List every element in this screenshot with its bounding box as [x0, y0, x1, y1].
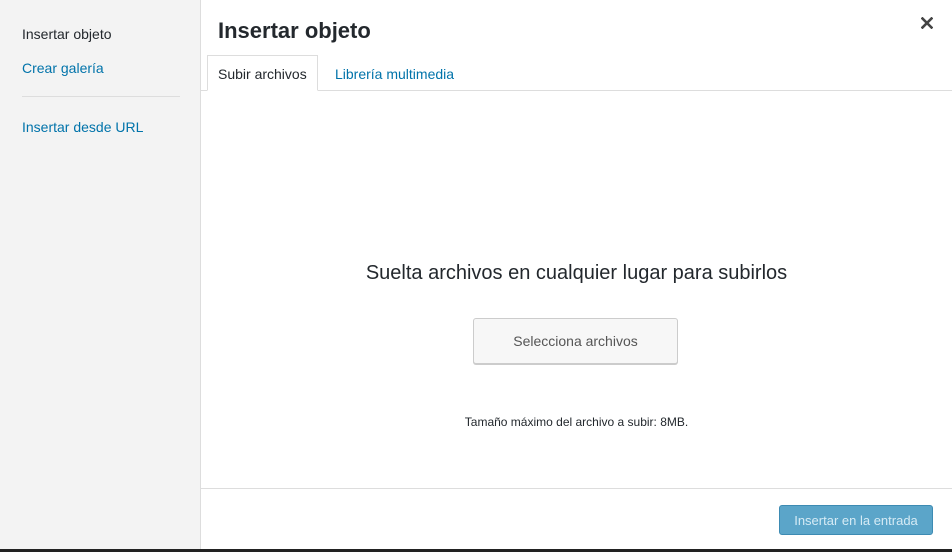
media-menu: Insertar objeto Crear galería Insertar d… [0, 0, 201, 552]
insert-into-post-button[interactable]: Insertar en la entrada [779, 505, 933, 535]
max-upload-size: Tamaño máximo del archivo a subir: 8MB. [464, 415, 689, 429]
select-files-button[interactable]: Selecciona archivos [473, 318, 678, 364]
upload-drop-instructions: Suelta archivos en cualquier lugar para … [365, 262, 788, 284]
close-icon [920, 16, 934, 34]
menu-item-insert-media[interactable]: Insertar objeto [22, 24, 112, 44]
menu-item-insert-from-url[interactable]: Insertar desde URL [22, 117, 143, 137]
media-modal: Insertar objeto Crear galería Insertar d… [0, 0, 952, 552]
menu-item-create-gallery[interactable]: Crear galería [22, 58, 104, 78]
tab-upload-files[interactable]: Subir archivos [207, 55, 318, 91]
menu-separator [22, 96, 180, 97]
frame-title: Insertar objeto [218, 18, 371, 43]
close-button[interactable] [912, 12, 942, 38]
tab-media-library[interactable]: Librería multimedia [324, 55, 465, 91]
